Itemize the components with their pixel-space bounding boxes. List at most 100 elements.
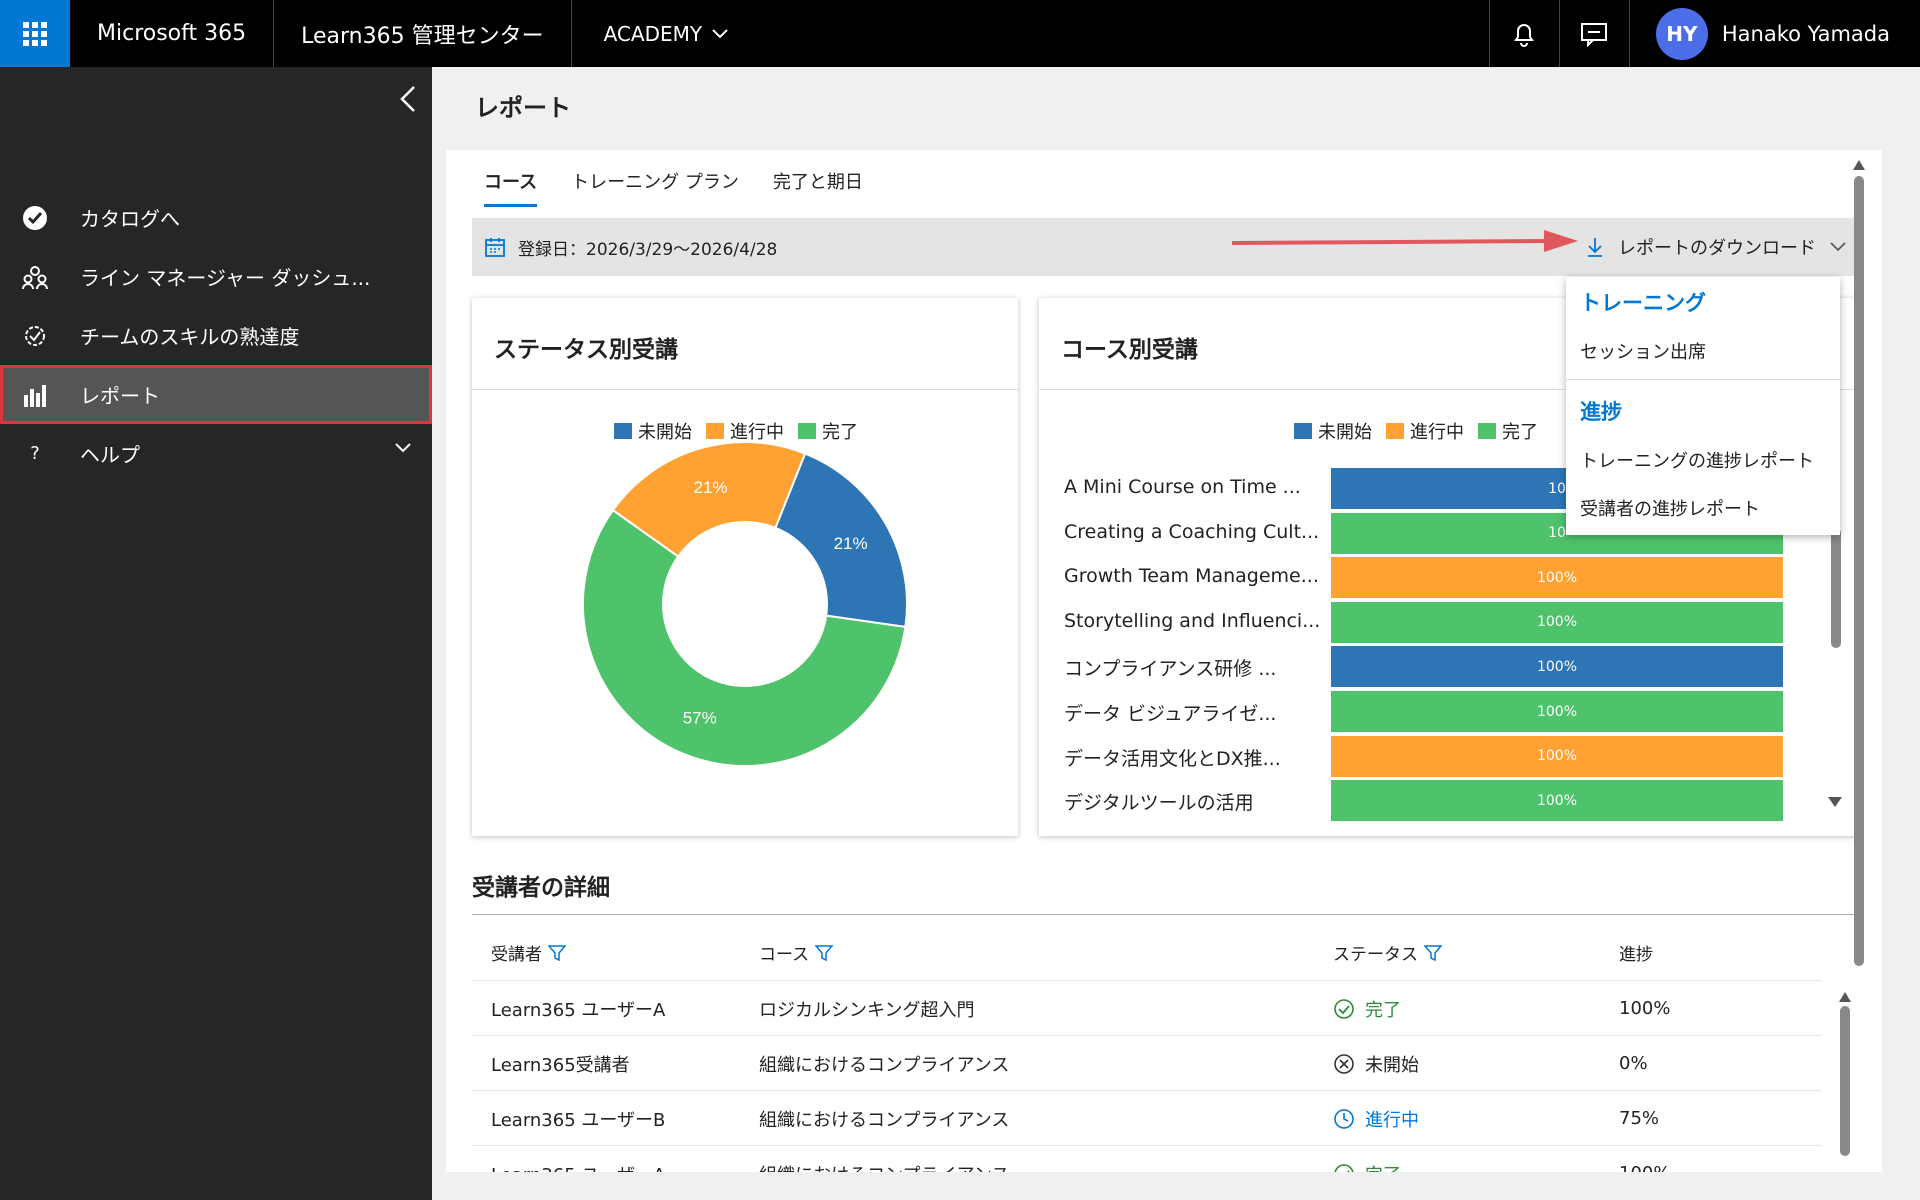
donut-data-label: 21% xyxy=(694,478,728,497)
tab-training-plan[interactable]: トレーニング プラン xyxy=(571,168,739,207)
course-cell: 組織におけるコンプライアンス xyxy=(759,1146,1009,1173)
status-cell: 完了 xyxy=(1333,981,1401,1036)
donut-data-label: 57% xyxy=(683,708,717,727)
header-course[interactable]: コース xyxy=(759,940,834,965)
course-label: A Mini Course on Time ... xyxy=(1064,476,1301,498)
details-title: 受講者の詳細 xyxy=(472,875,610,901)
filter-icon[interactable] xyxy=(548,944,566,962)
status-cell: 完了 xyxy=(1333,1146,1401,1172)
progress-cell: 100% xyxy=(1619,1146,1670,1172)
sidebar-item-label: チームのスキルの熟達度 xyxy=(80,325,300,349)
waffle-icon xyxy=(23,21,47,46)
menu-item-learner-progress-report[interactable]: 受講者の進捗レポート xyxy=(1566,484,1840,532)
course-label: Creating a Coaching Cult... xyxy=(1064,520,1320,543)
chevron-down-icon xyxy=(712,28,728,38)
calendar-icon[interactable] xyxy=(484,236,506,258)
learner-cell: Learn365受講者 xyxy=(491,1054,630,1076)
annotation-arrow-icon xyxy=(1232,230,1578,252)
top-bar: Microsoft 365 Learn365 管理センター ACADEMY HY… xyxy=(0,0,1920,67)
admin-center-title[interactable]: Learn365 管理センター xyxy=(274,0,572,67)
check-circle-icon xyxy=(1334,998,1354,1019)
course-bar[interactable]: 100% xyxy=(1331,601,1783,643)
table-row[interactable]: Learn365 ユーザーB 組織におけるコンプライアンス 進行中 75% xyxy=(472,1090,1822,1145)
donut-data-label: 21% xyxy=(834,534,868,553)
status-cell: 未開始 xyxy=(1333,1036,1419,1091)
status-cell: 進行中 xyxy=(1333,1091,1419,1146)
sidebar-item-label: レポート xyxy=(80,384,160,408)
legend-item-not-started: 未開始 xyxy=(1294,418,1372,444)
filter-icon[interactable] xyxy=(815,944,834,962)
date-filter-bar: 登録日：2026/3/29〜2026/4/28 レポートのダウンロード xyxy=(472,218,1858,276)
user-menu[interactable]: HY Hanako Yamada xyxy=(1628,0,1920,67)
course-label: Growth Team Manageme... xyxy=(1064,565,1319,588)
course-bar[interactable]: 100% xyxy=(1331,646,1783,688)
course-cell: 組織におけるコンプライアンス xyxy=(759,1109,1010,1131)
learner-cell: Learn365 ユーザーA xyxy=(491,1146,665,1173)
table-row[interactable]: Learn365 ユーザーA 組織におけるコンプライアンス 完了 100% xyxy=(472,1145,1822,1172)
feedback-button[interactable] xyxy=(1558,0,1629,67)
course-bar[interactable]: 100% xyxy=(1331,735,1783,777)
chevron-down-icon xyxy=(395,443,411,453)
people-icon xyxy=(20,262,50,292)
app-launcher-button[interactable] xyxy=(0,0,70,67)
sidebar-item-help[interactable]: ? ヘルプ xyxy=(0,424,432,483)
table-row[interactable]: Learn365受講者 組織におけるコンプライアンス 未開始 0% xyxy=(472,1035,1822,1090)
question-icon: ? xyxy=(30,443,40,464)
page-title: レポート xyxy=(475,94,571,122)
course-bar[interactable]: 100% xyxy=(1331,557,1783,599)
sidebar-item-label: ヘルプ xyxy=(80,443,140,467)
collapse-sidebar-icon[interactable] xyxy=(396,81,420,117)
tenant-name: ACADEMY xyxy=(603,21,703,46)
header-status[interactable]: ステータス xyxy=(1333,940,1442,965)
tab-course[interactable]: コース xyxy=(484,168,538,207)
user-name: Hanako Yamada xyxy=(1721,21,1890,46)
status-donut-chart: 21% 57% 21% xyxy=(582,441,908,767)
filter-icon[interactable] xyxy=(1424,944,1442,962)
menu-group-progress: 進捗 xyxy=(1580,400,1622,424)
skills-gear-icon xyxy=(20,321,50,351)
catalog-check-icon xyxy=(20,203,50,233)
x-circle-icon xyxy=(1334,1053,1354,1074)
header-learner[interactable]: 受講者 xyxy=(491,940,566,965)
sidebar-item-catalog[interactable]: カタログへ xyxy=(0,188,432,247)
tab-completion-due[interactable]: 完了と期日 xyxy=(773,168,863,207)
chart-scrollbar[interactable] xyxy=(1829,528,1843,798)
sidebar-item-line-manager-dashboard[interactable]: ライン マネージャー ダッシュ... xyxy=(0,247,432,306)
course-bar[interactable]: 100% xyxy=(1331,691,1783,732)
legend-item-in-progress: 進行中 xyxy=(1386,418,1464,444)
menu-item-session-attendance[interactable]: セッション出席 xyxy=(1566,327,1840,375)
brand-link[interactable]: Microsoft 365 xyxy=(70,0,275,67)
sidebar-item-team-skills[interactable]: チームのスキルの熟達度 xyxy=(0,306,432,365)
scroll-up-icon[interactable] xyxy=(1852,159,1866,171)
details-divider xyxy=(472,914,1858,915)
download-icon xyxy=(1588,238,1602,257)
notifications-button[interactable] xyxy=(1488,0,1559,67)
check-circle-icon xyxy=(1334,1163,1354,1172)
course-cell: 組織におけるコンプライアンス xyxy=(759,1054,1010,1076)
scroll-down-icon[interactable] xyxy=(1827,796,1843,808)
download-label: レポートのダウンロード xyxy=(1618,238,1816,259)
sidebar-item-reports[interactable]: レポート xyxy=(0,365,432,424)
progress-cell: 75% xyxy=(1619,1108,1660,1129)
table-scrollbar[interactable] xyxy=(1838,988,1852,1168)
menu-group-training: トレーニング xyxy=(1580,291,1706,315)
scroll-up-icon[interactable] xyxy=(1838,991,1852,1003)
table-row[interactable]: Learn365 ユーザーA ロジカルシンキング超入門 完了 100% xyxy=(472,980,1822,1035)
sidebar-item-label: ライン マネージャー ダッシュ... xyxy=(80,266,371,290)
clock-icon xyxy=(1334,1108,1354,1129)
menu-item-training-progress-report[interactable]: トレーニングの進捗レポート xyxy=(1566,436,1840,484)
header-progress: 進捗 xyxy=(1619,945,1653,965)
course-bar[interactable]: 100% xyxy=(1331,780,1783,822)
menu-divider xyxy=(1566,379,1840,380)
status-chart-title: ステータス別受講 xyxy=(472,298,1018,390)
course-label: データ活用文化とDX推... xyxy=(1064,747,1281,770)
chat-feedback-icon xyxy=(1581,22,1608,47)
sidebar: カタログへ ライン マネージャー ダッシュ... チームのスキルの熟達度 レポー… xyxy=(0,67,432,1200)
download-menu: トレーニング セッション出席 進捗 トレーニングの進捗レポート 受講者の進捗レポ… xyxy=(1566,277,1840,535)
status-chart-card: ステータス別受講 未開始 進行中 完了 21% 57% 21% xyxy=(472,298,1018,836)
download-report-button[interactable]: レポートのダウンロード xyxy=(1586,218,1846,276)
course-cell: ロジカルシンキング超入門 xyxy=(759,999,975,1021)
page-scrollbar[interactable] xyxy=(1852,156,1866,1170)
date-range-label[interactable]: 登録日：2026/3/29〜2026/4/28 xyxy=(518,235,777,260)
tenant-selector[interactable]: ACADEMY xyxy=(572,0,761,67)
